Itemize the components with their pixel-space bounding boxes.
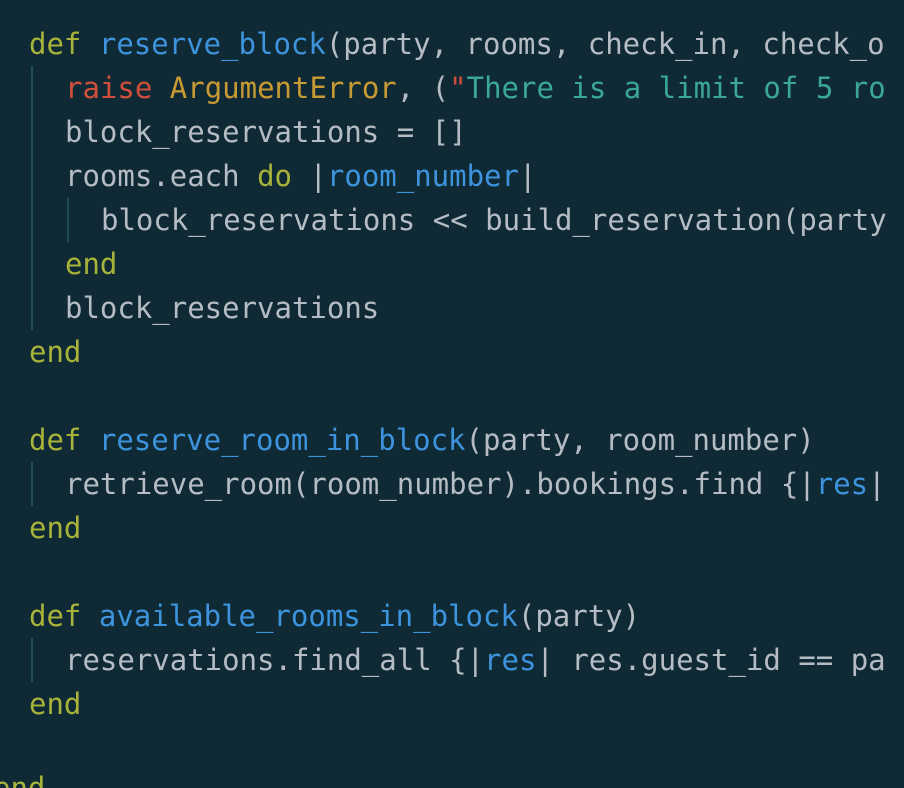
- code-line[interactable]: end: [29, 682, 81, 726]
- code-line[interactable]: retrieve_room(room_number).bookings.find…: [65, 462, 886, 506]
- raise-token: ": [449, 71, 467, 105]
- code-text-token: | res.guest_id == pa: [536, 643, 886, 677]
- code-line[interactable]: def reserve_block(party, rooms, check_in…: [29, 22, 885, 66]
- code-text-token: |: [868, 467, 886, 501]
- code-line[interactable]: raise ArgumentError, ("There is a limit …: [65, 66, 886, 110]
- indent-guide: [31, 462, 33, 506]
- code-line[interactable]: block_reservations = []: [65, 110, 467, 154]
- function-name-token: available_rooms_in_block: [98, 599, 518, 633]
- code-line[interactable]: def available_rooms_in_block(party): [29, 594, 640, 638]
- code-text-token: (party): [517, 599, 641, 633]
- raise-token: raise: [65, 71, 153, 105]
- function-name-token: reserve_block: [98, 27, 326, 61]
- code-line[interactable]: reservations.find_all {|res| res.guest_i…: [65, 638, 886, 682]
- code-line[interactable]: block_reservations: [65, 286, 379, 330]
- keyword-token: def: [29, 27, 82, 61]
- block-variable-token: res: [484, 643, 537, 677]
- code-text-token: block_reservations = []: [65, 115, 467, 149]
- code-line[interactable]: end: [0, 766, 45, 788]
- keyword-token: def: [29, 423, 82, 457]
- keyword-token: end: [29, 335, 82, 369]
- keyword-token: end: [29, 511, 82, 545]
- code-editor[interactable]: def reserve_block(party, rooms, check_in…: [0, 0, 904, 788]
- code-line[interactable]: end: [29, 506, 81, 550]
- code-text-token: block_reservations << build_reservation(…: [101, 203, 887, 237]
- keyword-token: do: [257, 159, 292, 193]
- code-text-token: (party, rooms, check_in, check_o: [325, 27, 885, 61]
- code-line[interactable]: end: [65, 242, 117, 286]
- code-text-token: reservations.find_all {|: [65, 643, 485, 677]
- class-name-token: ArgumentError: [169, 71, 397, 105]
- code-text-token: (party, room_number): [465, 423, 815, 457]
- keyword-token: end: [65, 247, 118, 281]
- code-text-token: , (: [396, 71, 450, 105]
- function-name-token: reserve_room_in_block: [98, 423, 466, 457]
- code-line[interactable]: end: [29, 330, 81, 374]
- code-text-token: rooms.each: [65, 159, 258, 193]
- indent-guide: [31, 66, 33, 330]
- keyword-token: end: [29, 687, 82, 721]
- block-variable-token: room_number: [326, 159, 519, 193]
- string-token: There is a limit of 5 ro: [466, 71, 886, 105]
- code-line[interactable]: rooms.each do |room_number|: [65, 154, 536, 198]
- code-text-token: block_reservations: [65, 291, 380, 325]
- indent-guide: [31, 638, 33, 682]
- indent-guide: [67, 198, 69, 242]
- code-line[interactable]: block_reservations << build_reservation(…: [101, 198, 887, 242]
- code-text-token: retrieve_room(room_number).bookings.find…: [65, 467, 816, 501]
- keyword-token: end: [0, 771, 46, 788]
- code-line[interactable]: def reserve_room_in_block(party, room_nu…: [29, 418, 815, 462]
- keyword-token: def: [29, 599, 82, 633]
- code-text-token: |: [518, 159, 537, 193]
- code-text-token: |: [291, 159, 327, 193]
- block-variable-token: res: [815, 467, 869, 501]
